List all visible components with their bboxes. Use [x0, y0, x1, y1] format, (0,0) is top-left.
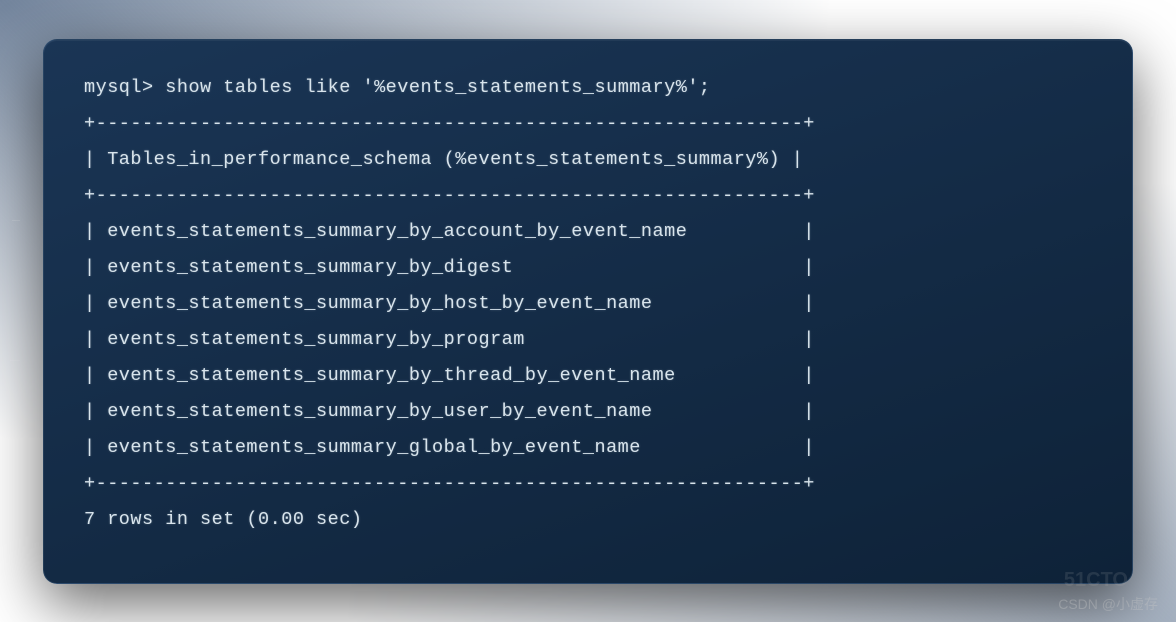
table-border-top: +---------------------------------------… [84, 113, 815, 134]
terminal-window: mysql> show tables like '%events_stateme… [43, 39, 1133, 584]
table-row: | events_statements_summary_global_by_ev… [84, 437, 815, 458]
watermark-background: 51CTO [1064, 569, 1128, 592]
terminal-output: mysql> show tables like '%events_stateme… [84, 70, 1092, 539]
table-border-bottom: +---------------------------------------… [84, 473, 815, 494]
table-header: | Tables_in_performance_schema (%events_… [84, 149, 803, 170]
mysql-prompt: mysql> [84, 77, 154, 98]
decorative-edge-marks [0, 0, 30, 622]
table-row: | events_statements_summary_by_digest | [84, 257, 815, 278]
table-row: | events_statements_summary_by_thread_by… [84, 365, 815, 386]
result-footer: 7 rows in set (0.00 sec) [84, 509, 362, 530]
table-row: | events_statements_summary_by_program | [84, 329, 815, 350]
table-row: | events_statements_summary_by_account_b… [84, 221, 815, 242]
sql-command: show tables like '%events_statements_sum… [165, 77, 710, 98]
table-row: | events_statements_summary_by_host_by_e… [84, 293, 815, 314]
watermark-text: CSDN @小虚存 [1058, 594, 1158, 614]
table-border-mid: +---------------------------------------… [84, 185, 815, 206]
table-row: | events_statements_summary_by_user_by_e… [84, 401, 815, 422]
